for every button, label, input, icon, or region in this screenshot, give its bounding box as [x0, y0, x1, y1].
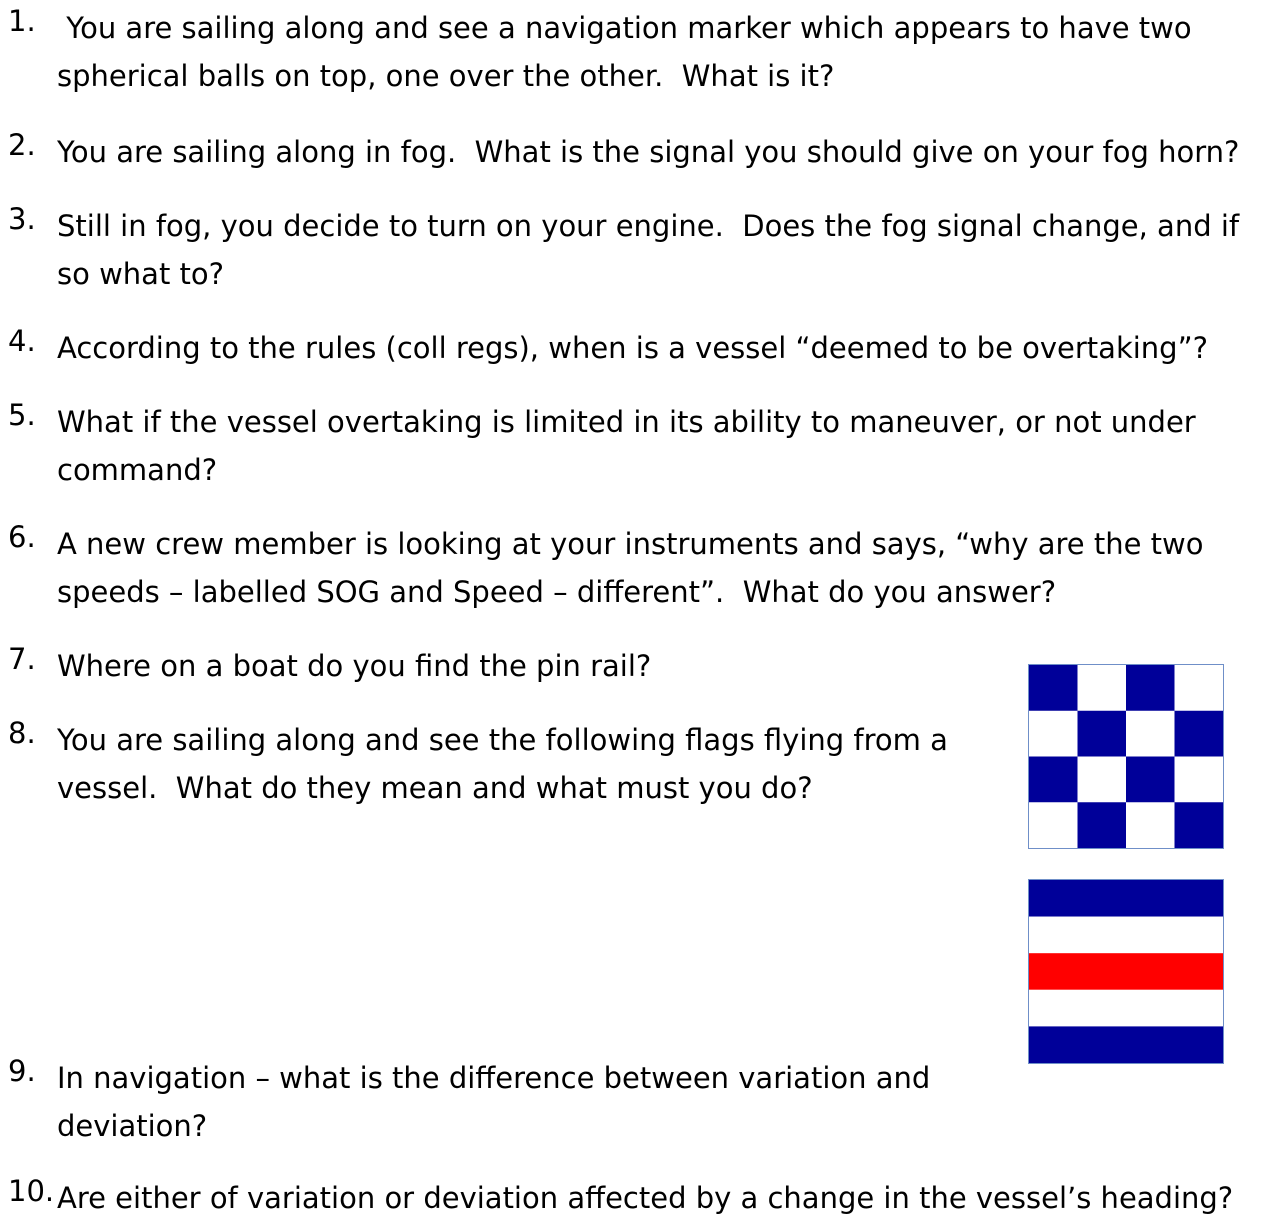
question-number: 5. [8, 398, 36, 432]
question-text-line: so what to? [57, 257, 225, 291]
question-text-line: Are either of variation or deviation aff… [57, 1181, 1234, 1215]
question-text-line: speeds – labelled SOG and Speed – differ… [57, 575, 1057, 609]
question-number: 9. [8, 1054, 36, 1088]
question-number: 3. [8, 202, 36, 236]
signal-flag-c-striped-icon [1028, 879, 1224, 1064]
question-number: 1. [8, 4, 36, 38]
question-text-line: deviation? [57, 1109, 208, 1143]
question-number: 6. [8, 520, 36, 554]
question-number: 8. [8, 716, 36, 750]
question-text-line: Where on a boat do you find the pin rail… [57, 649, 652, 683]
question-text-line: spherical balls on top, one over the oth… [57, 59, 835, 93]
question-text-line: A new crew member is looking at your ins… [57, 527, 1204, 561]
question-text-line: In navigation – what is the difference b… [57, 1061, 931, 1095]
question-number: 4. [8, 324, 36, 358]
question-text-line: What if the vessel overtaking is limited… [57, 405, 1196, 439]
question-text-line: You are sailing along in fog. What is th… [57, 135, 1240, 169]
question-number: 7. [8, 642, 36, 676]
question-text-line: command? [57, 453, 218, 487]
question-number: 2. [8, 128, 36, 162]
signal-flag-n-checkered-icon [1028, 664, 1224, 849]
question-text-line: vessel. What do they mean and what must … [57, 771, 813, 805]
question-text-line: Still in fog, you decide to turn on your… [57, 209, 1240, 243]
question-text-line: You are sailing along and see the follow… [57, 723, 948, 757]
question-text-line: You are sailing along and see a navigati… [57, 11, 1192, 45]
question-text-line: According to the rules (coll regs), when… [57, 331, 1208, 365]
